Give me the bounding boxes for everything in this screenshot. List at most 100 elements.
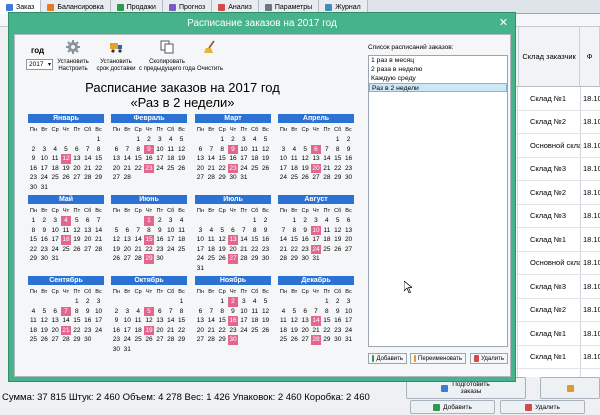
day-cell[interactable]: 19: [332, 235, 343, 245]
day-cell[interactable]: 17: [165, 235, 176, 245]
day-cell[interactable]: 1: [28, 216, 39, 226]
day-cell[interactable]: 11: [206, 235, 217, 245]
day-cell[interactable]: 1: [176, 297, 187, 307]
list-item[interactable]: 1 раз в месяц: [369, 56, 507, 65]
table-row[interactable]: Основной склад18.10.: [514, 251, 600, 275]
day-cell[interactable]: 8: [321, 307, 332, 317]
day-cell[interactable]: 6: [343, 216, 354, 226]
day-cell[interactable]: 11: [165, 145, 176, 155]
day-cell[interactable]: 26: [260, 164, 271, 174]
day-cell[interactable]: 23: [143, 163, 155, 173]
day-cell[interactable]: 13: [195, 316, 206, 326]
day-cell[interactable]: 17: [154, 154, 165, 164]
day-cell[interactable]: 31: [238, 173, 249, 183]
day-cell[interactable]: 17: [238, 154, 249, 164]
day-cell[interactable]: 10: [310, 225, 322, 235]
day-cell[interactable]: 14: [82, 154, 93, 164]
day-cell[interactable]: 16: [228, 154, 239, 164]
day-cell[interactable]: 30: [111, 345, 122, 355]
day-cell[interactable]: 1: [93, 135, 104, 145]
day-cell[interactable]: 29: [217, 173, 228, 183]
day-cell[interactable]: 31: [311, 254, 322, 264]
day-cell[interactable]: 13: [343, 226, 354, 236]
grid-header-f[interactable]: Ф: [580, 27, 600, 86]
day-cell[interactable]: 22: [217, 326, 228, 336]
day-cell[interactable]: 3: [165, 216, 176, 226]
day-cell[interactable]: 28: [82, 173, 93, 183]
day-cell[interactable]: 24: [154, 164, 165, 174]
day-cell[interactable]: 6: [310, 144, 322, 154]
day-cell[interactable]: 21: [93, 235, 104, 245]
day-cell[interactable]: 2: [300, 216, 311, 226]
table-row[interactable]: Склад №3 18.10.: [514, 157, 600, 181]
day-cell[interactable]: 11: [176, 226, 187, 236]
day-cell[interactable]: 14: [122, 154, 133, 164]
day-cell[interactable]: 1: [321, 297, 332, 307]
day-cell[interactable]: 30: [300, 254, 311, 264]
day-cell[interactable]: 17: [278, 164, 289, 174]
day-cell[interactable]: 26: [39, 335, 50, 345]
day-cell[interactable]: 30: [227, 335, 239, 345]
day-cell[interactable]: 28: [206, 335, 217, 345]
day-cell[interactable]: 12: [289, 316, 300, 326]
day-cell[interactable]: 3: [195, 226, 206, 236]
day-cell[interactable]: 29: [332, 173, 343, 183]
day-cell[interactable]: 13: [111, 154, 122, 164]
dialog-title-bar[interactable]: Расписание заказов на 2017 год ✕: [9, 13, 515, 34]
day-cell[interactable]: 15: [289, 235, 300, 245]
day-cell[interactable]: 15: [249, 235, 260, 245]
day-cell[interactable]: 8: [289, 226, 300, 236]
day-cell[interactable]: 28: [278, 254, 289, 264]
day-cell[interactable]: 6: [195, 307, 206, 317]
day-cell[interactable]: 10: [93, 307, 104, 317]
day-cell[interactable]: 15: [93, 154, 104, 164]
day-cell[interactable]: 22: [332, 164, 343, 174]
day-cell[interactable]: 16: [227, 316, 239, 326]
day-cell[interactable]: 15: [71, 316, 82, 326]
day-cell[interactable]: 12: [111, 235, 122, 245]
day-cell[interactable]: 9: [228, 307, 239, 317]
day-cell[interactable]: 11: [321, 226, 332, 236]
day-cell[interactable]: 28: [133, 254, 144, 264]
day-cell[interactable]: 27: [154, 335, 165, 345]
day-cell[interactable]: 19: [111, 245, 122, 255]
day-cell[interactable]: 15: [217, 154, 228, 164]
day-cell[interactable]: 21: [321, 164, 332, 174]
day-cell[interactable]: 4: [249, 135, 260, 145]
day-cell[interactable]: 24: [93, 326, 104, 336]
day-cell[interactable]: 16: [111, 326, 122, 336]
day-cell[interactable]: 5: [300, 145, 311, 155]
day-cell[interactable]: 27: [311, 173, 322, 183]
day-cell[interactable]: 20: [228, 245, 239, 255]
day-cell[interactable]: 23: [260, 245, 271, 255]
day-cell[interactable]: 16: [39, 235, 50, 245]
day-cell[interactable]: 23: [111, 335, 122, 345]
day-cell[interactable]: 4: [249, 297, 260, 307]
day-cell[interactable]: 25: [28, 335, 39, 345]
day-cell[interactable]: 14: [61, 316, 72, 326]
day-cell[interactable]: 18: [50, 164, 61, 174]
day-cell[interactable]: 31: [122, 345, 133, 355]
day-cell[interactable]: 26: [176, 164, 187, 174]
day-cell[interactable]: 12: [144, 316, 155, 326]
day-cell[interactable]: 10: [238, 145, 249, 155]
day-cell[interactable]: 27: [343, 245, 354, 255]
day-cell[interactable]: 30: [343, 173, 354, 183]
day-cell[interactable]: 25: [133, 335, 144, 345]
day-cell[interactable]: 3: [39, 145, 50, 155]
day-cell[interactable]: 3: [238, 135, 249, 145]
day-cell[interactable]: 18: [176, 235, 187, 245]
day-cell[interactable]: 11: [50, 154, 61, 164]
day-cell[interactable]: 14: [310, 316, 322, 326]
day-cell[interactable]: 9: [332, 307, 343, 317]
day-cell[interactable]: 12: [176, 145, 187, 155]
day-cell[interactable]: 3: [154, 135, 165, 145]
day-cell[interactable]: 5: [332, 216, 343, 226]
day-cell[interactable]: 19: [260, 316, 271, 326]
day-cell[interactable]: 19: [260, 154, 271, 164]
day-cell[interactable]: 8: [28, 226, 39, 236]
day-cell[interactable]: 29: [28, 254, 39, 264]
extra-button[interactable]: [540, 377, 600, 399]
day-cell[interactable]: 5: [260, 135, 271, 145]
day-cell[interactable]: 26: [144, 335, 155, 345]
